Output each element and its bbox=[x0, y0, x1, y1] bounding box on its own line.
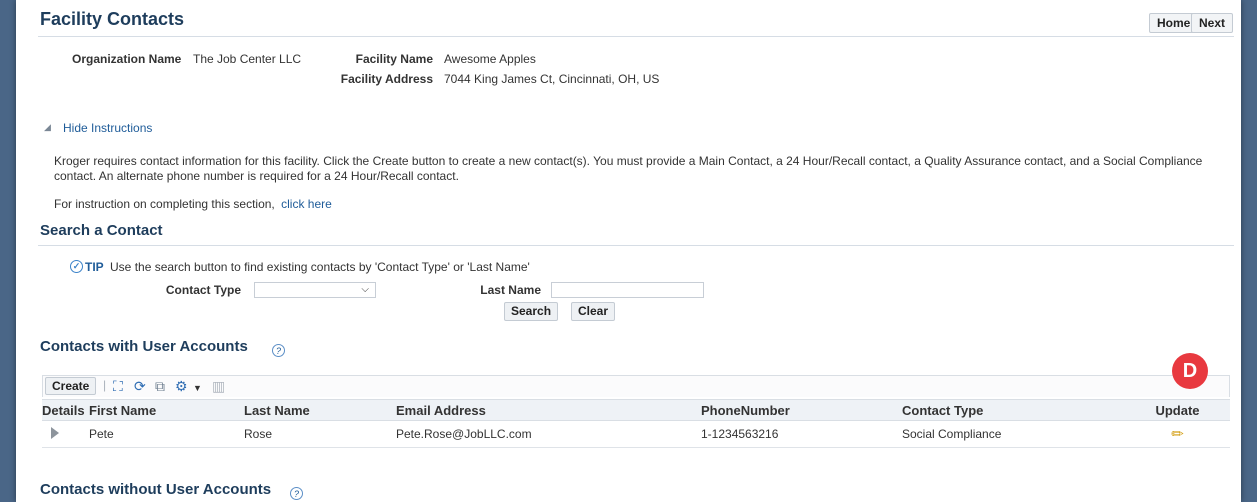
first-name-cell: Pete bbox=[86, 420, 241, 448]
facility-address-value: 7044 King James Ct, Cincinnati, OH, US bbox=[444, 72, 660, 86]
step-marker-badge: D bbox=[1172, 353, 1208, 389]
col-email[interactable]: Email Address bbox=[393, 399, 698, 421]
expand-row-icon[interactable] bbox=[51, 426, 59, 439]
col-contact-type[interactable]: Contact Type bbox=[899, 399, 1122, 421]
organization-name-value: The Job Center LLC bbox=[193, 52, 302, 66]
create-button[interactable]: Create bbox=[45, 377, 97, 395]
settings-dropdown-icon[interactable]: ▼ bbox=[193, 381, 202, 395]
table-header-row: Details First Name Last Name Email Addre… bbox=[42, 399, 1230, 421]
search-section-divider bbox=[38, 245, 1234, 246]
tip-icon: ✓ bbox=[70, 260, 83, 273]
last-name-cell: Rose bbox=[241, 420, 393, 448]
title-divider bbox=[38, 36, 1234, 37]
contact-type-label: Contact Type bbox=[165, 283, 241, 297]
with-accounts-title: Contacts with User Accounts bbox=[40, 338, 248, 355]
col-details: Details bbox=[42, 399, 86, 421]
help-icon[interactable]: ? bbox=[272, 344, 285, 357]
search-section-title: Search a Contact bbox=[40, 222, 163, 239]
update-cell: ✏ bbox=[1122, 420, 1230, 448]
last-name-label: Last Name bbox=[480, 283, 541, 297]
tip-text: Use the search button to find existing c… bbox=[110, 260, 530, 274]
facility-name-label: Facility Name bbox=[355, 52, 433, 66]
chevron-down-icon: ⌵ bbox=[361, 284, 369, 295]
main-panel: Facility Contacts Home Next Organization… bbox=[16, 0, 1241, 502]
organization-name-label: Organization Name bbox=[72, 52, 182, 66]
contact-type-cell: Social Compliance bbox=[899, 420, 1122, 448]
search-button[interactable]: Search bbox=[504, 302, 559, 321]
collapse-arrow-icon[interactable]: ◢ bbox=[44, 122, 51, 133]
columns-icon[interactable]: ▥ bbox=[212, 379, 225, 393]
details-cell bbox=[42, 420, 86, 448]
pencil-icon[interactable]: ✏ bbox=[1171, 426, 1184, 443]
facility-address-label: Facility Address bbox=[340, 72, 433, 86]
contacts-table: Details First Name Last Name Email Addre… bbox=[42, 399, 1230, 448]
email-cell: Pete.Rose@JobLLC.com bbox=[393, 420, 698, 448]
clear-button[interactable]: Clear bbox=[571, 302, 616, 321]
tip-label: TIP bbox=[85, 260, 104, 274]
detach-icon[interactable]: ⛶ bbox=[113, 379, 123, 393]
tip-line: TIP Use the search button to find existi… bbox=[85, 260, 530, 274]
click-here-link[interactable]: click here bbox=[281, 197, 332, 211]
instructions-more: For instruction on completing this secti… bbox=[54, 197, 332, 211]
phone-cell: 1-1234563216 bbox=[698, 420, 899, 448]
last-name-input[interactable] bbox=[551, 282, 704, 298]
table-row[interactable]: Pete Rose Pete.Rose@JobLLC.com 1-1234563… bbox=[42, 420, 1230, 448]
hide-instructions-link[interactable]: Hide Instructions bbox=[63, 121, 152, 135]
next-button[interactable]: Next bbox=[1191, 13, 1234, 33]
contacts-toolbar: Create | ⛶ ⟳ ⧉ ⚙ ▼ ▥ bbox=[42, 375, 1230, 397]
col-last-name[interactable]: Last Name bbox=[241, 399, 393, 421]
col-phone[interactable]: PhoneNumber bbox=[698, 399, 899, 421]
contact-type-select[interactable]: ⌵ bbox=[254, 282, 376, 298]
toolbar-separator: | bbox=[103, 378, 107, 392]
page-title: Facility Contacts bbox=[40, 9, 185, 29]
instructions-more-text: For instruction on completing this secti… bbox=[54, 197, 275, 211]
col-first-name[interactable]: First Name bbox=[86, 399, 241, 421]
refresh-icon[interactable]: ⟳ bbox=[134, 379, 146, 393]
without-accounts-title: Contacts without User Accounts bbox=[40, 481, 272, 498]
col-update: Update bbox=[1122, 399, 1230, 421]
facility-name-value: Awesome Apples bbox=[444, 52, 536, 66]
settings-icon[interactable]: ⚙ bbox=[175, 379, 188, 393]
instructions-text: Kroger requires contact information for … bbox=[54, 154, 1203, 183]
export-icon[interactable]: ⧉ bbox=[155, 379, 165, 393]
help-icon-2[interactable]: ? bbox=[290, 487, 303, 500]
